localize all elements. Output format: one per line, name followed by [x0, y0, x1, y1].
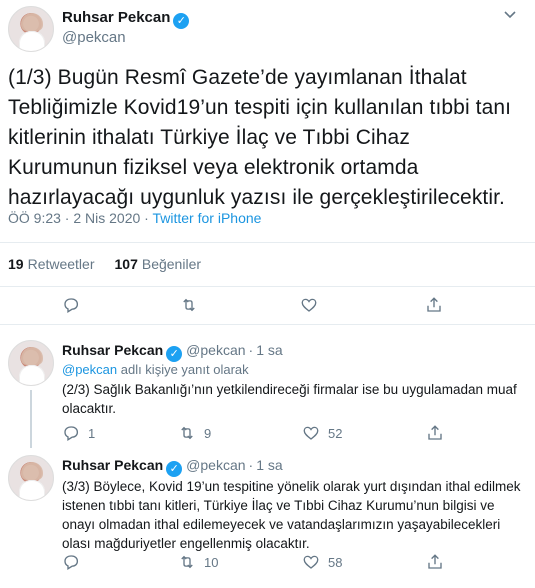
reply-avatar[interactable]	[8, 455, 54, 501]
tweet-text: (1/3) Bugün Resmî Gazete’de yayımlanan İ…	[8, 66, 512, 209]
retweet-icon	[178, 424, 196, 442]
verified-badge-icon: ✓	[166, 346, 183, 362]
replying-to-mention[interactable]: @pekcan	[62, 362, 117, 377]
reply-text: (3/3) Böylece, Kovid 19’un tespitine yön…	[62, 479, 521, 551]
reply-avatar[interactable]	[8, 340, 54, 386]
replying-to: @pekcan adlı kişiye yanıt olarak	[62, 362, 249, 377]
retweet-button[interactable]: 10	[178, 553, 218, 571]
retweets-stat[interactable]: 19 Retweetler	[8, 256, 95, 272]
like-button[interactable]: 58	[302, 553, 342, 571]
reply-header: Ruhsar Pekcan ✓ @pekcan · 1 sa	[62, 342, 283, 362]
main-tweet-actions	[0, 290, 535, 320]
tweet-timestamp[interactable]: ÖÖ 9:23 · 2 Nis 2020 ·	[8, 210, 152, 226]
verified-badge-icon: ✓	[173, 13, 190, 29]
reply-author-name[interactable]: Ruhsar Pekcan	[62, 457, 163, 473]
reply-author-handle[interactable]: @pekcan	[186, 342, 245, 358]
retweet-button[interactable]: 9	[178, 424, 211, 442]
chevron-down-icon[interactable]	[503, 8, 517, 25]
reply-author-name[interactable]: Ruhsar Pekcan	[62, 342, 163, 358]
heart-icon	[302, 424, 320, 442]
reply-text: (2/3) Sağlık Bakanlığı’nın yetkilendirec…	[62, 382, 517, 416]
reply-icon	[62, 424, 80, 442]
reply-time[interactable]: 1 sa	[256, 342, 282, 358]
reply-actions: 1 9 52	[62, 424, 482, 444]
reply-icon[interactable]	[62, 296, 80, 314]
tweet-source[interactable]: Twitter for iPhone	[152, 210, 261, 226]
reply-count: 1	[88, 425, 96, 441]
reply-author-handle[interactable]: @pekcan	[186, 457, 245, 473]
retweet-count: 9	[204, 425, 212, 441]
like-count: 52	[328, 425, 343, 441]
tweet-meta: ÖÖ 9:23 · 2 Nis 2020 · Twitter for iPhon…	[8, 210, 261, 226]
author-name[interactable]: Ruhsar Pekcan ✓	[62, 9, 190, 29]
reply-button[interactable]	[62, 553, 88, 571]
heart-icon[interactable]	[300, 296, 318, 314]
share-icon[interactable]	[425, 296, 443, 314]
share-icon	[426, 553, 444, 571]
share-button[interactable]	[426, 553, 452, 571]
reply-header: Ruhsar Pekcan ✓ @pekcan · 1 sa	[62, 457, 283, 477]
reply-tweet[interactable]: Ruhsar Pekcan ✓ @pekcan · 1 sa @pekcan adlı …	[0, 340, 535, 448]
thread-line	[30, 390, 32, 448]
retweet-count: 10	[204, 554, 219, 570]
verified-badge-icon: ✓	[166, 461, 183, 477]
retweet-icon	[178, 553, 196, 571]
share-icon	[426, 424, 444, 442]
reply-tweet[interactable]: Ruhsar Pekcan ✓ @pekcan · 1 sa (3/3) Böylece…	[0, 455, 535, 575]
separator: ·	[248, 342, 254, 358]
retweet-icon[interactable]	[180, 296, 198, 314]
separator: ·	[248, 457, 254, 473]
tweet-stats: 19 Retweetler 107 Beğeniler	[8, 256, 201, 272]
author-handle[interactable]: @pekcan	[62, 29, 126, 46]
reply-button[interactable]: 1	[62, 424, 95, 442]
reply-actions: 10 58	[62, 553, 482, 573]
share-button[interactable]	[426, 424, 452, 442]
like-count: 58	[328, 554, 343, 570]
divider	[0, 242, 535, 243]
likes-stat[interactable]: 107 Beğeniler	[115, 256, 202, 272]
author-avatar[interactable]	[8, 6, 54, 52]
heart-icon	[302, 553, 320, 571]
divider	[0, 286, 535, 287]
author-name-text[interactable]: Ruhsar Pekcan	[62, 9, 170, 26]
reply-icon	[62, 553, 80, 571]
like-button[interactable]: 52	[302, 424, 342, 442]
divider	[0, 324, 535, 325]
reply-time[interactable]: 1 sa	[256, 457, 282, 473]
